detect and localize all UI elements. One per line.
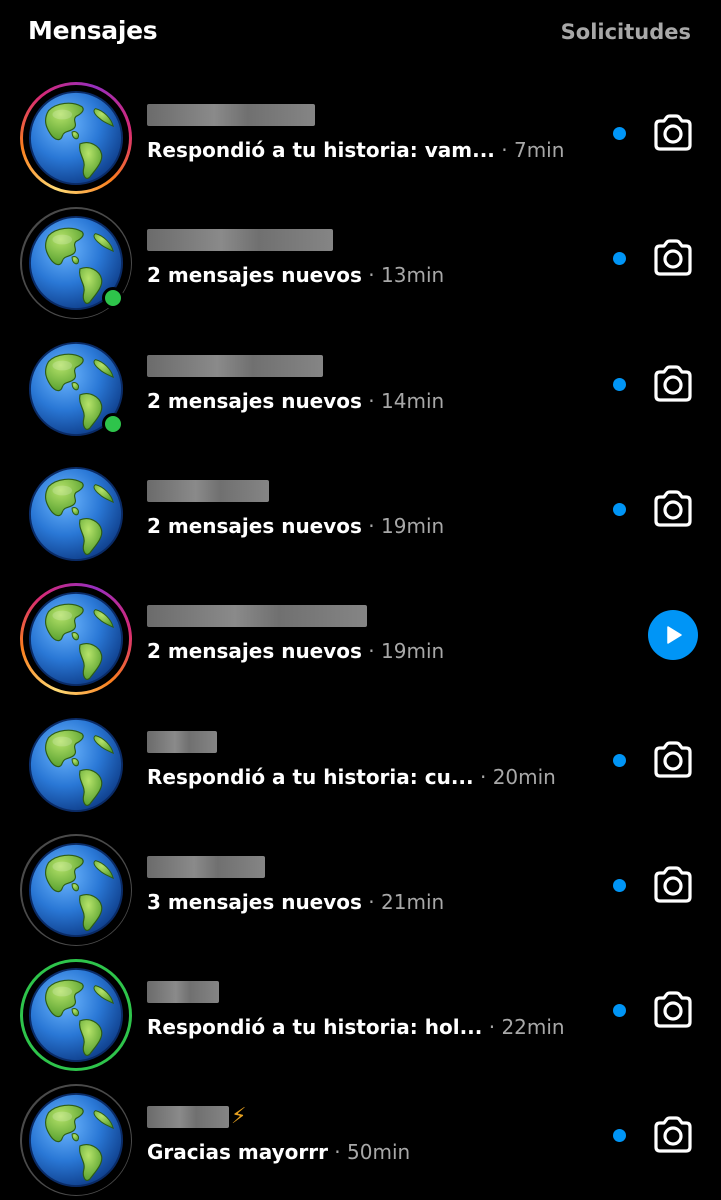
message-preview: 2 mensajes nuevos — [147, 389, 362, 413]
message-preview: Respondió a tu historia: hol... — [147, 1015, 483, 1039]
unread-indicator — [613, 1004, 626, 1017]
camera-icon[interactable] — [652, 741, 694, 779]
globe-icon — [27, 716, 125, 814]
conversation-row[interactable]: 2 mensajes nuevos · 13min — [0, 195, 721, 320]
username-emoji: ⚡ — [231, 1104, 247, 1129]
message-preview-line: 2 mensajes nuevos · 19min — [147, 639, 444, 663]
unread-indicator — [613, 1129, 626, 1142]
globe-icon — [27, 966, 125, 1064]
redacted-username — [147, 856, 265, 878]
unread-indicator — [613, 879, 626, 892]
message-preview: 3 mensajes nuevos — [147, 890, 362, 914]
unread-indicator — [613, 754, 626, 767]
message-time: · 50min — [327, 1140, 411, 1164]
globe-icon — [27, 590, 125, 688]
message-preview: Respondió a tu historia: cu... — [147, 765, 474, 789]
redacted-username — [147, 1106, 229, 1128]
avatar[interactable] — [20, 82, 132, 194]
message-preview: Respondió a tu historia: vam... — [147, 138, 495, 162]
camera-icon[interactable] — [652, 114, 694, 152]
conversation-row[interactable]: 2 mensajes nuevos · 14min — [0, 321, 721, 446]
globe-icon — [27, 841, 125, 939]
globe-icon — [27, 89, 125, 187]
conversation-row[interactable]: Respondió a tu historia: cu... · 20min — [0, 697, 721, 822]
message-preview-line: 3 mensajes nuevos · 21min — [147, 890, 444, 914]
globe-icon — [27, 1091, 125, 1189]
avatar[interactable] — [20, 458, 132, 570]
online-status-dot — [102, 287, 124, 309]
camera-icon[interactable] — [652, 866, 694, 904]
message-time: · 7min — [494, 138, 565, 162]
globe-icon — [27, 465, 125, 563]
avatar[interactable] — [20, 1084, 132, 1196]
message-time: · 19min — [361, 514, 445, 538]
message-time: · 19min — [361, 639, 445, 663]
message-preview: 2 mensajes nuevos — [147, 639, 362, 663]
avatar[interactable] — [20, 583, 132, 695]
avatar[interactable] — [20, 207, 132, 319]
message-time: · 22min — [482, 1015, 565, 1039]
camera-icon[interactable] — [652, 239, 694, 277]
redacted-username — [147, 981, 219, 1003]
conversation-row[interactable]: Respondió a tu historia: vam... · 7min — [0, 70, 721, 195]
message-preview: 2 mensajes nuevos — [147, 514, 362, 538]
avatar[interactable] — [20, 709, 132, 821]
requests-tab[interactable]: Solicitudes — [561, 20, 691, 44]
online-status-dot — [102, 413, 124, 435]
message-preview-line: Respondió a tu historia: cu... · 20min — [147, 765, 556, 789]
message-preview-line: 2 mensajes nuevos · 13min — [147, 263, 444, 287]
camera-icon[interactable] — [652, 365, 694, 403]
unread-indicator — [613, 127, 626, 140]
message-time: · 13min — [361, 263, 445, 287]
conversation-row[interactable]: ⚡ Gracias mayorrr · 50min — [0, 1072, 721, 1197]
avatar[interactable] — [20, 333, 132, 445]
camera-icon[interactable] — [652, 1116, 694, 1154]
redacted-username — [147, 104, 315, 126]
conversation-row[interactable]: Respondió a tu historia: hol... · 22min — [0, 947, 721, 1072]
conversation-row[interactable]: 2 mensajes nuevos · 19min — [0, 571, 721, 696]
conversation-row[interactable]: 2 mensajes nuevos · 19min — [0, 446, 721, 571]
message-preview-line: Respondió a tu historia: hol... · 22min — [147, 1015, 565, 1039]
redacted-username — [147, 605, 367, 627]
message-preview-line: 2 mensajes nuevos · 19min — [147, 514, 444, 538]
message-time: · 21min — [361, 890, 445, 914]
unread-indicator — [613, 503, 626, 516]
avatar[interactable] — [20, 959, 132, 1071]
redacted-username — [147, 355, 323, 377]
play-icon[interactable] — [648, 610, 698, 660]
message-preview-line: Respondió a tu historia: vam... · 7min — [147, 138, 564, 162]
redacted-username — [147, 480, 269, 502]
camera-icon[interactable] — [652, 991, 694, 1029]
message-preview-line: Gracias mayorrr · 50min — [147, 1140, 410, 1164]
conversation-row[interactable]: 3 mensajes nuevos · 21min — [0, 822, 721, 947]
redacted-username — [147, 229, 333, 251]
inbox-header: Mensajes Solicitudes — [0, 0, 721, 70]
camera-icon[interactable] — [652, 490, 694, 528]
redacted-username — [147, 731, 217, 753]
message-preview: Gracias mayorrr — [147, 1140, 328, 1164]
page-title: Mensajes — [28, 16, 158, 45]
avatar[interactable] — [20, 834, 132, 946]
unread-indicator — [613, 378, 626, 391]
unread-indicator — [613, 252, 626, 265]
message-time: · 20min — [473, 765, 556, 789]
message-preview: 2 mensajes nuevos — [147, 263, 362, 287]
message-time: · 14min — [361, 389, 445, 413]
message-preview-line: 2 mensajes nuevos · 14min — [147, 389, 444, 413]
